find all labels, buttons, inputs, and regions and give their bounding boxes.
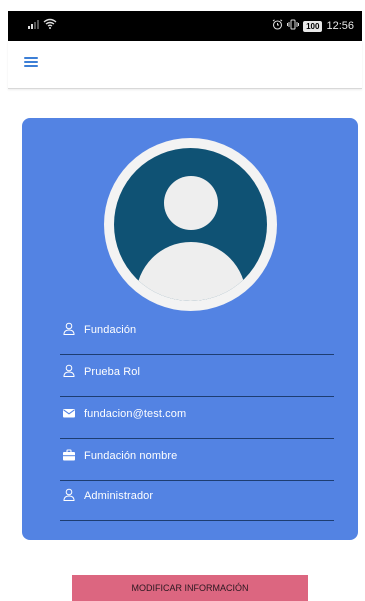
avatar-placeholder-icon [114,148,267,301]
field-role: Prueba Rol [60,355,334,397]
user-icon [62,488,76,502]
status-right: 100 12:56 [272,19,354,33]
status-bar: 100 12:56 [8,11,362,41]
edit-profile-button[interactable]: MODIFICAR INFORMACIÓN [72,575,308,601]
avatar-body [136,242,246,301]
field-foundation-name-value: Fundación nombre [84,450,178,462]
vibrate-icon [287,19,300,33]
field-foundation: Fundación [60,313,334,355]
field-user-type: Administrador [60,479,334,521]
avatar [104,138,277,311]
signal-icon [28,19,40,32]
field-user-type-value: Administrador [84,490,154,502]
field-foundation-value: Fundación [84,324,137,336]
briefcase-icon [62,448,76,462]
battery-icon: 100 [303,20,323,32]
status-left [28,18,57,32]
app-top-bar [8,41,362,89]
mail-icon [62,406,76,420]
field-foundation-name: Fundación nombre [60,439,334,481]
field-role-value: Prueba Rol [84,366,141,378]
hamburger-menu-icon[interactable] [24,57,38,67]
avatar-head [164,176,218,230]
status-time: 12:56 [326,20,354,32]
wifi-icon [43,18,57,32]
field-email: fundacion@test.com [60,397,334,439]
alarm-icon [272,19,283,33]
profile-card: Fundación Prueba Rol fundacion@test.com [22,118,358,540]
field-email-value: fundacion@test.com [84,408,187,420]
user-icon [62,322,76,336]
user-icon [62,364,76,378]
